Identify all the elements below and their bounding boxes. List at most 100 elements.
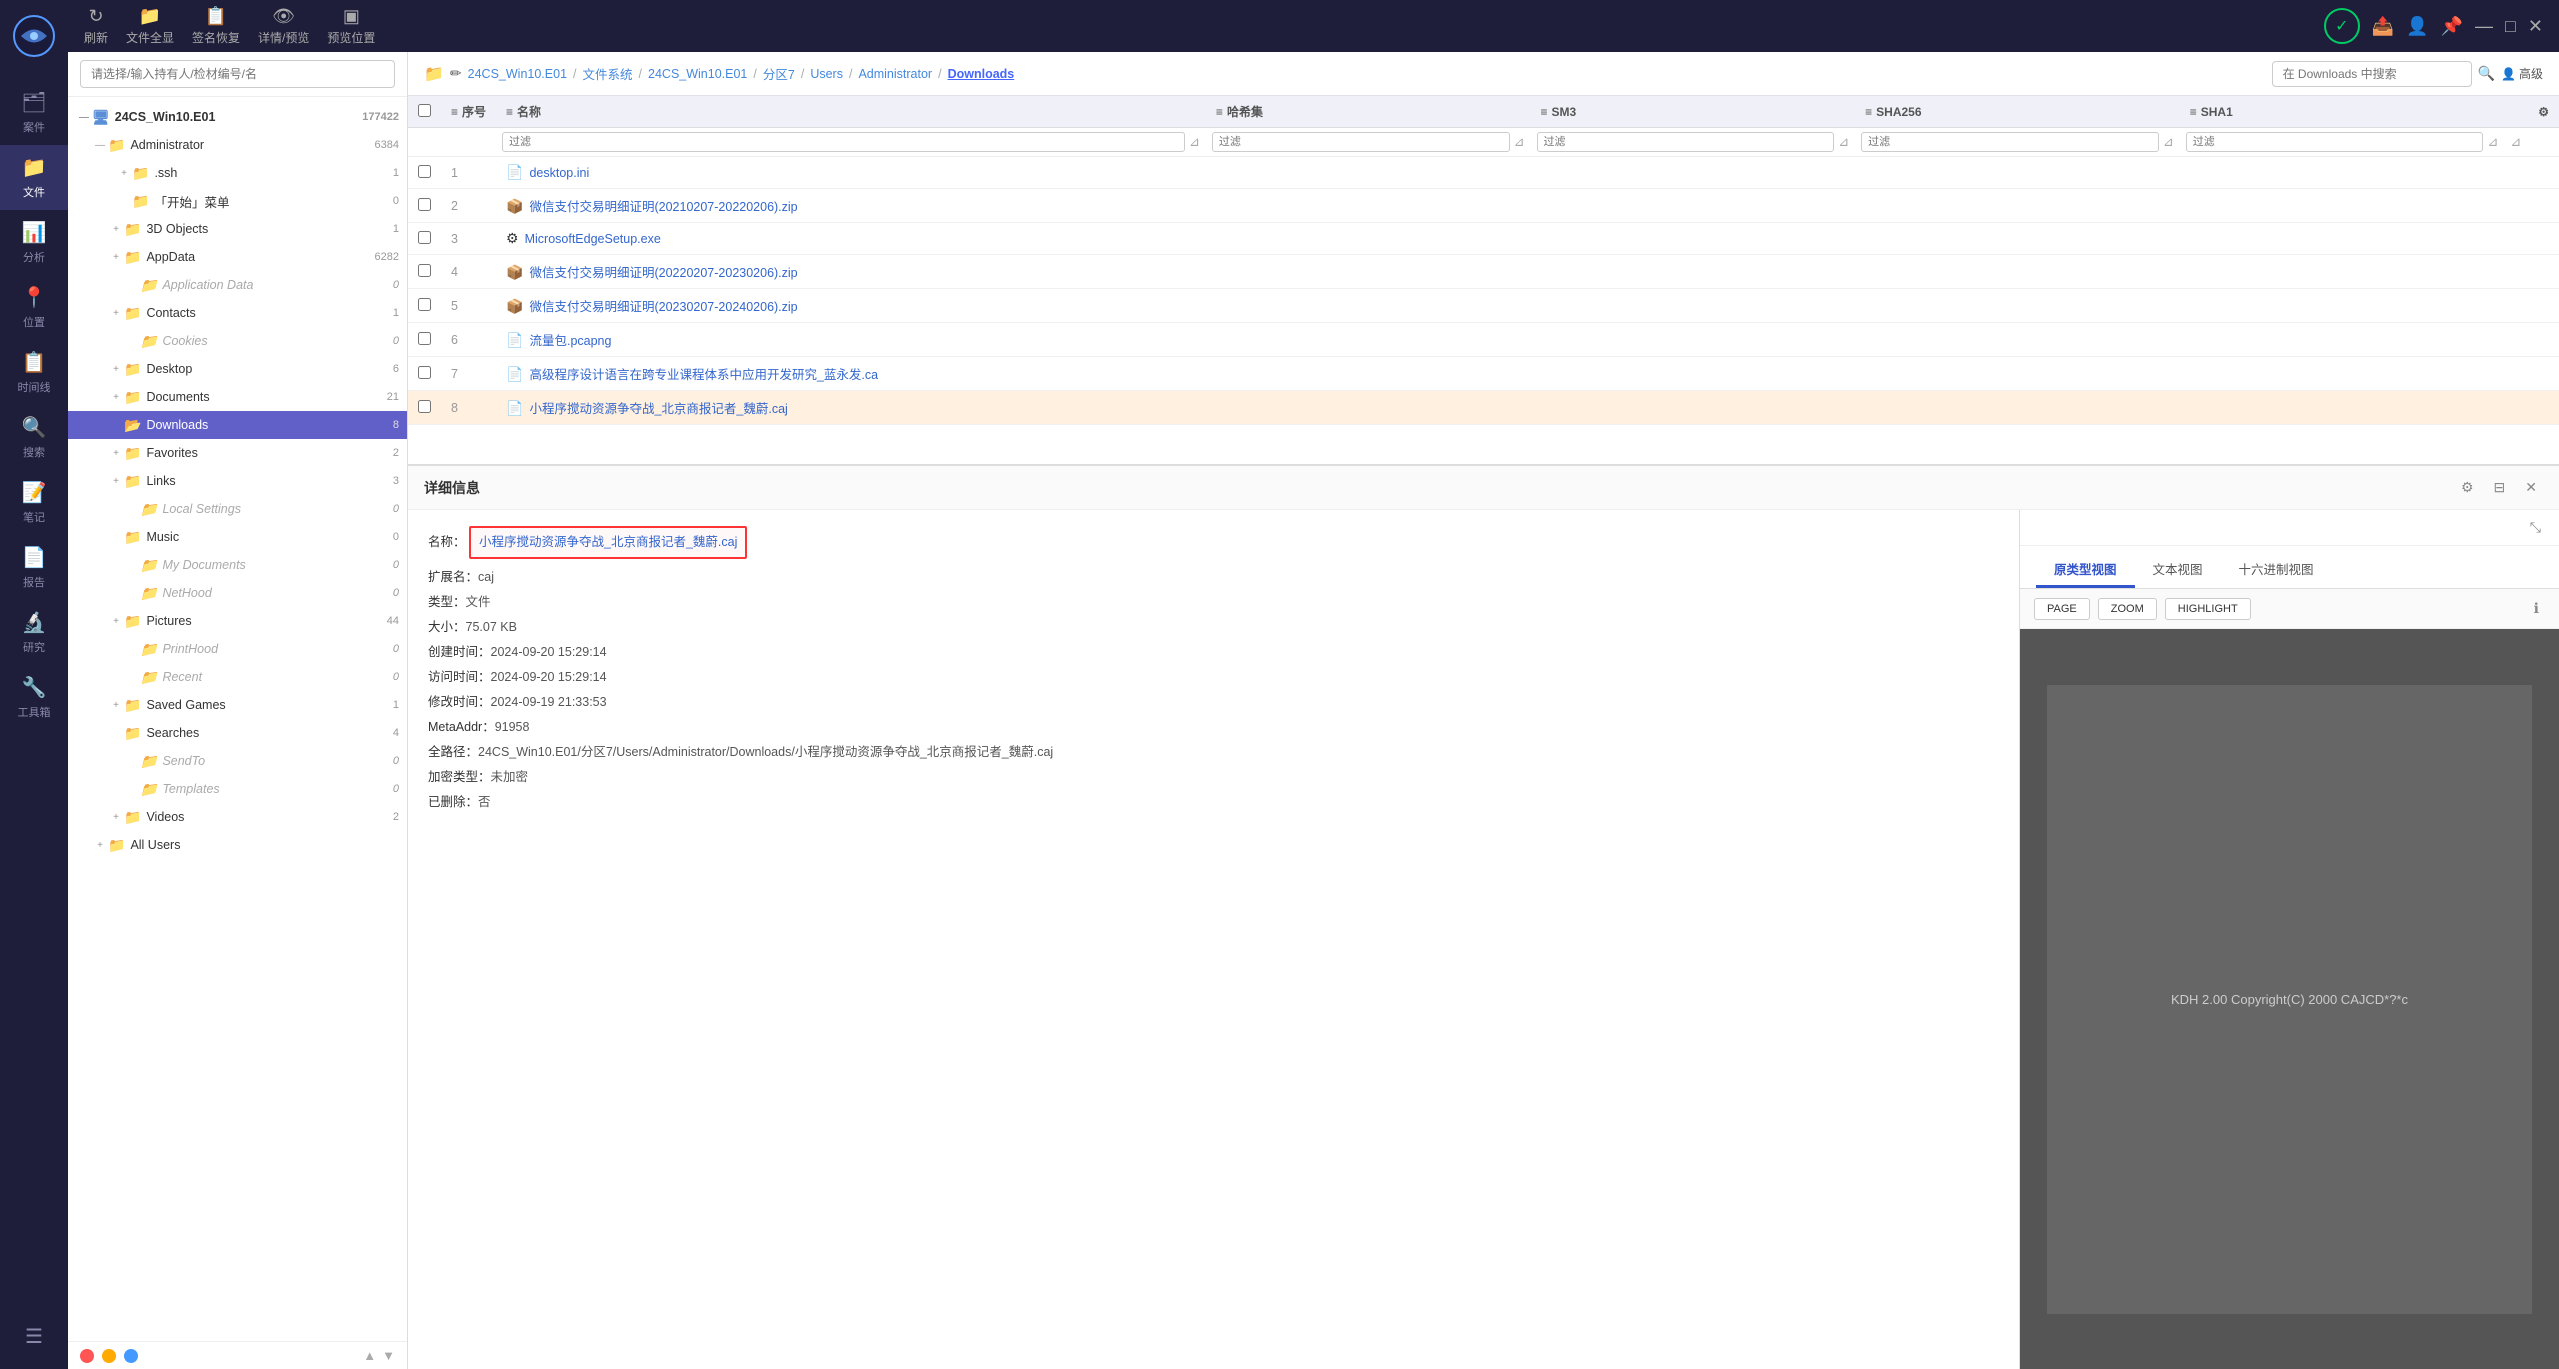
- tree-item-administrator[interactable]: — 📁 Administrator 6384: [68, 131, 407, 159]
- tree-item-desktop[interactable]: + 📁 Desktop 6: [68, 355, 407, 383]
- red-dot-button[interactable]: [80, 1349, 94, 1363]
- minimize-button[interactable]: —: [2475, 16, 2493, 37]
- sidebar-item-report[interactable]: 📄 报告: [0, 535, 68, 600]
- preview-highlight-button[interactable]: HIGHLIGHT: [2165, 598, 2251, 620]
- tree-item-ssh[interactable]: + 📁 .ssh 1: [68, 159, 407, 187]
- sign-restore-button[interactable]: 📋 签名恢复: [192, 6, 240, 46]
- tree-item-sendto[interactable]: 📁 SendTo 0: [68, 747, 407, 775]
- row-checkbox[interactable]: [418, 400, 431, 413]
- tree-item-cookies[interactable]: 📁 Cookies 0: [68, 327, 407, 355]
- breadcrumb-item-users[interactable]: Users: [810, 67, 843, 81]
- tree-item-contacts[interactable]: + 📁 Contacts 1: [68, 299, 407, 327]
- breadcrumb-item-partition[interactable]: 分区7: [763, 64, 795, 83]
- sidebar-item-analysis[interactable]: 📊 分析: [0, 210, 68, 275]
- sidebar-item-timeline[interactable]: 📋 时间线: [0, 340, 68, 405]
- col-sha1[interactable]: ≡SHA1: [2180, 96, 2505, 128]
- breadcrumb-item-downloads[interactable]: Downloads: [948, 67, 1015, 81]
- row-checkbox[interactable]: [418, 198, 431, 211]
- tab-original-view[interactable]: 原类型视图: [2036, 552, 2135, 588]
- sidebar-item-files[interactable]: 📁 文件: [0, 145, 68, 210]
- col-name[interactable]: ≡名称: [496, 96, 1206, 128]
- tree-item-favorites[interactable]: + 📁 Favorites 2: [68, 439, 407, 467]
- file-name-link[interactable]: MicrosoftEdgeSetup.exe: [525, 232, 661, 246]
- preview-pos-button[interactable]: ▣ 预览位置: [327, 6, 375, 46]
- close-button[interactable]: ✕: [2528, 16, 2543, 37]
- filter-name-input[interactable]: [502, 132, 1185, 152]
- entity-selector-input[interactable]: [80, 60, 395, 88]
- table-row[interactable]: 4📦微信支付交易明细证明(20220207-20230206).zip: [408, 255, 2559, 289]
- sidebar-item-notes[interactable]: 📝 笔记: [0, 470, 68, 535]
- breadcrumb-item-1[interactable]: 24CS_Win10.E01: [648, 67, 747, 81]
- tree-item-mydocuments[interactable]: 📁 My Documents 0: [68, 551, 407, 579]
- table-row[interactable]: 3⚙MicrosoftEdgeSetup.exe: [408, 223, 2559, 255]
- breadcrumb-item-filesystem[interactable]: 文件系统: [583, 64, 633, 83]
- row-checkbox[interactable]: [418, 231, 431, 244]
- tree-item-videos[interactable]: + 📁 Videos 2: [68, 803, 407, 831]
- preview-page-button[interactable]: PAGE: [2034, 598, 2090, 620]
- table-row[interactable]: 5📦微信支付交易明细证明(20230207-20240206).zip: [408, 289, 2559, 323]
- file-name-link[interactable]: 高级程序设计语言在跨专业课程体系中应用开发研究_蓝永发.ca: [529, 368, 878, 382]
- row-checkbox[interactable]: [418, 165, 431, 178]
- tree-item-templates[interactable]: 📁 Templates 0: [68, 775, 407, 803]
- row-checkbox[interactable]: [418, 366, 431, 379]
- tree-item-nethood[interactable]: 📁 NetHood 0: [68, 579, 407, 607]
- breadcrumb-item-0[interactable]: 24CS_Win10.E01: [468, 67, 567, 81]
- search-input[interactable]: [2272, 61, 2472, 87]
- file-name-link[interactable]: 微信支付交易明细证明(20230207-20240206).zip: [529, 300, 797, 314]
- detail-split-icon[interactable]: ⊟: [2488, 476, 2512, 499]
- refresh-button[interactable]: ↻ 刷新: [84, 6, 108, 46]
- tree-item-3dobjects[interactable]: + 📁 3D Objects 1: [68, 215, 407, 243]
- select-all-checkbox[interactable]: [418, 104, 431, 117]
- tree-item-recent[interactable]: 📁 Recent 0: [68, 663, 407, 691]
- sidebar-item-search[interactable]: 🔍 搜索: [0, 405, 68, 470]
- col-sm3[interactable]: ≡SM3: [1531, 96, 1856, 128]
- preview-info-icon[interactable]: ℹ: [2528, 597, 2545, 620]
- detail-settings-icon[interactable]: ⚙: [2455, 476, 2480, 499]
- table-row[interactable]: 8📄小程序搅动资源争夺战_北京商报记者_魏蔚.caj: [408, 391, 2559, 425]
- detail-close-button[interactable]: ✕: [2519, 476, 2543, 499]
- files-all-button[interactable]: 📁 文件全显: [126, 6, 174, 46]
- tree-item-root[interactable]: — 🖥 24CS_Win10.E01 177422: [68, 103, 407, 131]
- yellow-dot-button[interactable]: [102, 1349, 116, 1363]
- maximize-button[interactable]: □: [2505, 16, 2516, 37]
- sidebar-item-tools[interactable]: 🔧 工具箱: [0, 665, 68, 730]
- sidebar-item-menu[interactable]: ☰: [0, 1314, 68, 1359]
- tree-item-pictures[interactable]: + 📁 Pictures 44: [68, 607, 407, 635]
- tab-hex-view[interactable]: 十六进制视图: [2221, 552, 2332, 588]
- advanced-search-button[interactable]: 👤 高级: [2501, 65, 2543, 82]
- tab-text-view[interactable]: 文本视图: [2135, 552, 2221, 588]
- file-name-link[interactable]: desktop.ini: [529, 166, 589, 180]
- file-name-link[interactable]: 微信支付交易明细证明(20210207-20220206).zip: [529, 200, 797, 214]
- tree-item-allusers[interactable]: + 📁 All Users: [68, 831, 407, 859]
- sidebar-item-location[interactable]: 📍 位置: [0, 275, 68, 340]
- col-settings[interactable]: ⚙: [2504, 96, 2559, 128]
- tree-item-searches[interactable]: 📁 Searches 4: [68, 719, 407, 747]
- filter-hash-input[interactable]: [1212, 132, 1510, 152]
- file-name-link[interactable]: 微信支付交易明细证明(20220207-20230206).zip: [529, 266, 797, 280]
- sidebar-item-research[interactable]: 🔬 研究: [0, 600, 68, 665]
- row-checkbox[interactable]: [418, 298, 431, 311]
- sort-up-icon[interactable]: ▲: [363, 1348, 376, 1363]
- col-hash[interactable]: ≡哈希集: [1206, 96, 1531, 128]
- tree-item-saved-games[interactable]: + 📁 Saved Games 1: [68, 691, 407, 719]
- filter-sha1-input[interactable]: [2186, 132, 2484, 152]
- table-row[interactable]: 7📄高级程序设计语言在跨专业课程体系中应用开发研究_蓝永发.ca: [408, 357, 2559, 391]
- tree-item-music[interactable]: 📁 Music 0: [68, 523, 407, 551]
- tree-item-start-menu[interactable]: 📁 「开始」菜单 0: [68, 187, 407, 215]
- sort-down-icon[interactable]: ▼: [382, 1348, 395, 1363]
- tree-item-appdata[interactable]: + 📁 AppData 6282: [68, 243, 407, 271]
- pin-button[interactable]: 📌: [2441, 16, 2463, 37]
- filter-sm3-input[interactable]: [1537, 132, 1835, 152]
- blue-dot-button[interactable]: [124, 1349, 138, 1363]
- filter-sha256-input[interactable]: [1861, 132, 2159, 152]
- col-sha256[interactable]: ≡SHA256: [1855, 96, 2180, 128]
- tree-item-documents[interactable]: + 📁 Documents 21: [68, 383, 407, 411]
- row-checkbox[interactable]: [418, 264, 431, 277]
- preview-expand-icon[interactable]: ⤡: [2524, 516, 2547, 539]
- table-row[interactable]: 6📄流量包.pcapng: [408, 323, 2559, 357]
- tree-item-printhood[interactable]: 📁 PrintHood 0: [68, 635, 407, 663]
- breadcrumb-item-admin[interactable]: Administrator: [858, 67, 932, 81]
- file-name-link[interactable]: 小程序搅动资源争夺战_北京商报记者_魏蔚.caj: [529, 402, 787, 416]
- sidebar-item-cases[interactable]: 🗂 案件: [0, 80, 68, 145]
- tree-item-appdata-special[interactable]: 📁 Application Data 0: [68, 271, 407, 299]
